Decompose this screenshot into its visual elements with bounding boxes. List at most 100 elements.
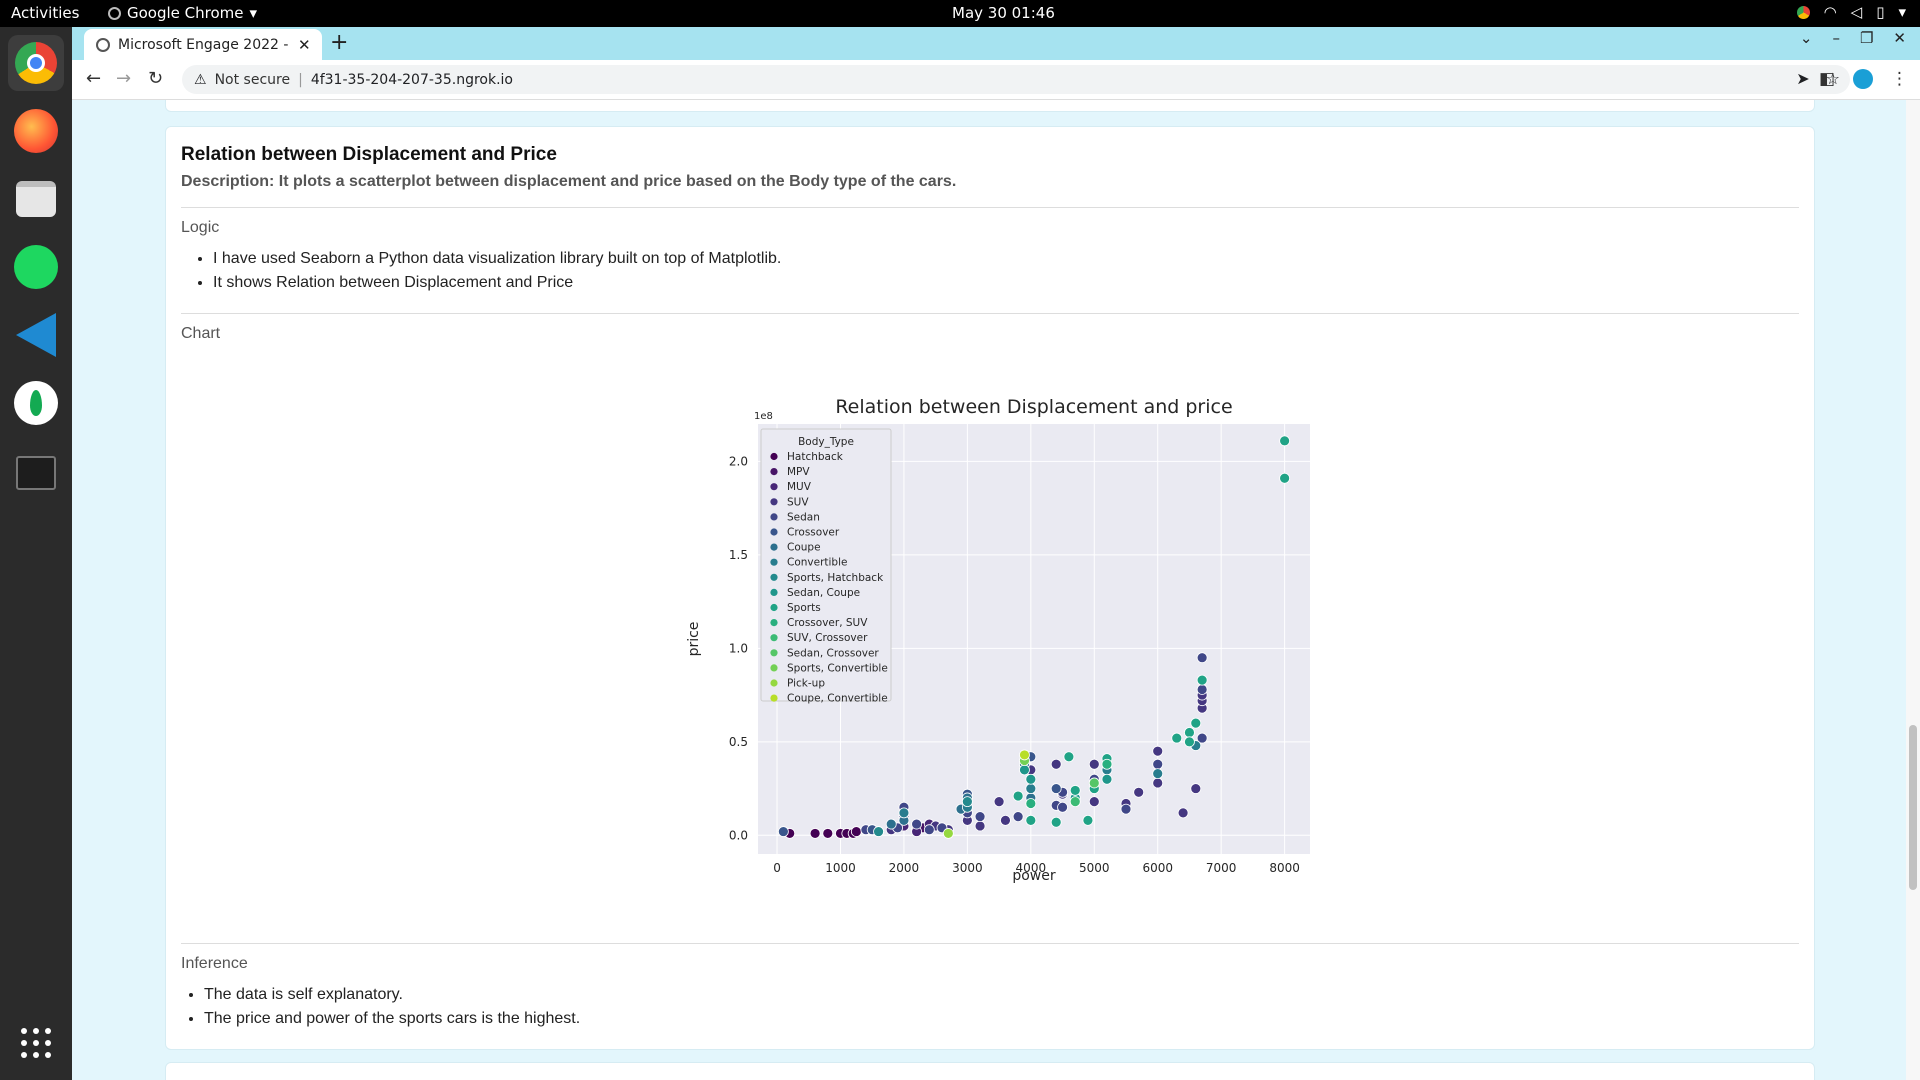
list-item: I have used Seaborn a Python data visual… [213,247,781,271]
y-tick-label: 0.0 [729,828,748,842]
app-grid-icon [21,1028,51,1058]
data-point [1012,811,1024,823]
data-point [1196,652,1208,664]
data-point [1196,674,1208,686]
legend-marker [770,649,778,657]
mongodb-leaf-icon [14,381,58,425]
data-point [1050,758,1062,770]
dock-firefox[interactable] [8,103,64,159]
data-point [873,826,884,837]
legend-entry: Crossover [787,527,840,539]
legend-entry: Sports, Convertible [787,662,888,674]
system-tray[interactable]: ◠ ◁ ▯ ▾ [1796,3,1906,21]
data-point [1120,803,1132,815]
chart-legend: Body_Type Hatchback MPV MUV SUV Sedan Crossov… [760,428,892,705]
tab-search-icon[interactable]: ⌄ [1800,29,1813,47]
y-multiplier: 1e8 [754,411,773,422]
forward-arrow-icon[interactable]: → [116,68,131,89]
x-axis-label: power [1012,868,1056,884]
tab-microsoft-engage[interactable]: Microsoft Engage 2022 - F ✕ [84,29,322,60]
app-menu[interactable]: Google Chrome ▾ [108,4,257,22]
data-point [961,796,973,808]
card-title: Relation between Displacement and Price [181,144,557,165]
data-point [822,828,834,839]
data-point [1050,783,1062,794]
data-point [885,818,897,830]
tab-title: Microsoft Engage 2022 - F [118,36,290,53]
page-scrollbar[interactable] [1906,100,1920,1080]
legend-marker [770,558,778,566]
chrome-icon [108,6,121,20]
x-tick-label: 6000 [1142,861,1173,875]
data-point [1177,807,1189,819]
close-window-icon[interactable]: ✕ [1893,29,1906,47]
dock-terminal[interactable] [8,445,64,501]
y-axis-label: price [686,622,702,657]
warning-icon[interactable]: ⚠ [194,72,207,88]
wifi-icon: ◠ [1823,3,1837,21]
x-tick-label: 2000 [889,861,920,875]
scrollbar-thumb[interactable] [1909,725,1917,890]
legend-marker [770,528,778,536]
data-point [1088,796,1100,808]
data-point [1152,777,1164,789]
maximize-icon[interactable]: ❐ [1860,29,1873,47]
legend-entry: Sports [787,602,821,614]
y-tick-label: 2.0 [729,454,748,468]
profile-avatar[interactable] [1853,69,1873,89]
dock-chrome[interactable] [8,35,64,91]
chrome-icon [15,42,57,84]
volume-icon: ◁ [1850,3,1863,21]
dock-spotify[interactable] [8,239,64,295]
show-apps-button[interactable] [8,1015,64,1071]
y-tick-label: 1.5 [729,548,748,562]
system-top-bar: Activities Google Chrome ▾ May 30 01:46 … [0,0,1920,27]
legend-marker [770,468,778,476]
new-tab-button[interactable]: + [330,30,348,55]
next-card [165,1062,1815,1080]
legend-marker [770,513,778,521]
back-arrow-icon[interactable]: ← [86,68,101,89]
toolbar-actions: ◧ ⋮ [1819,69,1908,89]
data-point [777,826,789,837]
chrome-tray-icon [1796,6,1810,19]
inference-list: The data is self explanatory. The price … [172,983,580,1031]
data-point [1025,798,1037,809]
data-point [1012,790,1024,802]
more-menu-icon[interactable]: ⋮ [1891,69,1908,89]
legend-entry: Coupe, Convertible [787,693,888,705]
reload-icon[interactable]: ↻ [148,68,163,89]
data-point [1088,758,1100,770]
data-point [850,826,862,837]
data-point [1101,773,1113,785]
send-icon[interactable]: ➤ [1796,69,1809,88]
data-point [1190,717,1202,729]
minimize-icon[interactable]: – [1832,29,1840,47]
close-tab-icon[interactable]: ✕ [298,36,311,54]
legend-entry: Crossover, SUV [787,617,868,629]
browser-toolbar: ← → ↻ ⚠ Not secure | 4f31-35-204-207-35.… [72,60,1920,100]
legend-entry: SUV [787,496,809,508]
inference-heading: Inference [181,955,248,972]
activities-button[interactable]: Activities [11,4,79,22]
data-point [1025,814,1037,826]
data-point [1279,472,1291,484]
firefox-icon [14,109,58,153]
address-bar[interactable]: ⚠ Not secure | 4f31-35-204-207-35.ngrok.… [182,65,1850,94]
data-point [974,820,986,832]
not-secure-label[interactable]: Not secure [215,72,291,88]
data-point [993,796,1005,808]
clock[interactable]: May 30 01:46 [952,4,1055,22]
legend-entry: Sedan, Coupe [787,587,860,599]
legend-marker [770,694,778,702]
dock-mongodb-compass[interactable] [8,375,64,431]
dock [0,27,72,1080]
legend-marker [770,452,778,461]
legend-marker [770,664,778,672]
dock-files[interactable] [8,171,64,227]
vscode-icon [16,313,56,357]
side-panel-icon[interactable]: ◧ [1819,69,1835,89]
url-text[interactable]: 4f31-35-204-207-35.ngrok.io [311,72,513,88]
dock-vscode[interactable] [8,307,64,363]
divider [181,313,1799,314]
